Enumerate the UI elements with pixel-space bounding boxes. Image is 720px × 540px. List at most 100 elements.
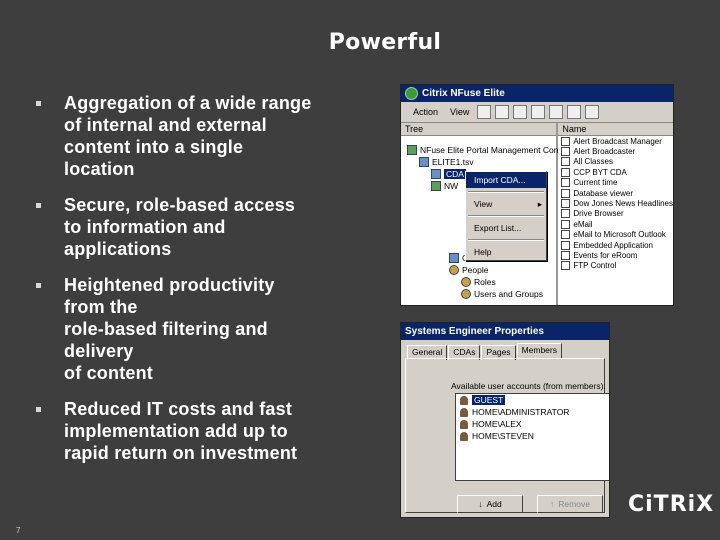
content-item-icon [561, 209, 571, 219]
content-item-icon [561, 219, 571, 229]
bullet-item: Reduced IT costs and fast implementation… [30, 398, 360, 464]
list-item-label: Database viewer [573, 188, 633, 198]
folder-icon [431, 169, 441, 179]
app-icon [405, 87, 418, 100]
users-icon [461, 289, 471, 299]
bullet-item: Aggregation of a wide range of internal … [30, 92, 360, 180]
roles-icon [461, 277, 471, 287]
list-item-label: FTP Control [573, 261, 617, 271]
help-icon[interactable] [585, 105, 600, 119]
list-item-label: Dow Jones News Headlines [573, 199, 673, 209]
bullet-marker-icon [36, 407, 41, 412]
content-item-icon [561, 136, 571, 146]
context-menu: Import CDA... View ▸ Export List... Help [465, 171, 547, 261]
account-item[interactable]: HOME\ADMINISTRATOR [456, 406, 609, 418]
list-item-label: CCP BYT CDA [573, 167, 627, 177]
content-item-icon [561, 261, 571, 271]
server-icon [419, 157, 429, 167]
up-folder-icon[interactable] [513, 105, 528, 119]
tree-node-people[interactable]: People [449, 265, 488, 275]
list-item-label: Current time [573, 178, 618, 188]
remove-button[interactable]: ↑ Remove [537, 495, 603, 513]
page-number: 7 [16, 526, 21, 535]
context-menu-export[interactable]: Export List... [466, 220, 546, 236]
bullet-item: Heightened productivity from the role-ba… [30, 274, 360, 384]
list-item-label: eMail [573, 219, 593, 229]
bullet-text: Aggregation of a wide range of internal … [64, 93, 312, 179]
list-item-label: All Classes [573, 157, 613, 167]
context-menu-import[interactable]: Import CDA... [466, 172, 546, 188]
list-item[interactable]: All Classes [558, 157, 673, 167]
bullet-list: Aggregation of a wide range of internal … [30, 92, 360, 478]
refresh-icon[interactable] [549, 105, 564, 119]
menu-separator [468, 239, 544, 241]
list-item-label: eMail to Microsoft Outlook [573, 230, 666, 240]
context-menu-help[interactable]: Help [466, 244, 546, 260]
folder-icon [431, 181, 441, 191]
user-icon [460, 395, 468, 405]
list-item[interactable]: eMail [558, 219, 673, 229]
context-menu-view[interactable]: View ▸ [466, 196, 546, 212]
accounts-list[interactable]: GUEST HOME\ADMINISTRATOR HOME\ALEX HOME\… [455, 393, 609, 481]
content-item-icon [561, 199, 571, 209]
properties-screenshot: Systems Engineer Properties General CDAs… [400, 322, 610, 518]
bullet-marker-icon [36, 101, 41, 106]
export-icon[interactable] [567, 105, 582, 119]
folder-icon [449, 253, 459, 263]
list-item-label: Embedded Application [573, 240, 654, 250]
list-item[interactable]: Drive Browser [558, 209, 673, 219]
bullet-item: Secure, role-based access to information… [30, 194, 360, 260]
content-item-icon [561, 188, 571, 198]
bullet-text: Secure, role-based access to information… [64, 195, 296, 259]
tree-node-users-groups[interactable]: Users and Groups [461, 289, 543, 299]
add-button[interactable]: ↓ Add [457, 495, 523, 513]
content-item-icon [561, 157, 571, 167]
list-item[interactable]: FTP Control [558, 261, 673, 271]
properties-icon[interactable] [531, 105, 546, 119]
list-item[interactable]: Current time [558, 178, 673, 188]
list-item[interactable]: Alert Broadcast Manager [558, 136, 673, 146]
people-icon [449, 265, 459, 275]
remove-arrow-icon: ↑ [550, 499, 555, 509]
action-menu[interactable]: Action [409, 106, 442, 118]
list-pane: Name Alert Broadcast Manager Alert Broadc… [558, 123, 673, 305]
list-item[interactable]: Embedded Application [558, 240, 673, 250]
account-item[interactable]: GUEST [456, 394, 609, 406]
tree-node-elite[interactable]: ELITE1.tsv [419, 157, 474, 167]
content-item-icon [561, 178, 571, 188]
console-title: Citrix NFuse Elite [422, 88, 505, 99]
list-item[interactable]: Dow Jones News Headlines [558, 198, 673, 209]
list-item[interactable]: Database viewer [558, 188, 673, 198]
tree-node-roles[interactable]: Roles [461, 277, 496, 287]
list-items: Alert Broadcast Manager Alert Broadcaster… [558, 136, 673, 271]
content-item-icon [561, 230, 571, 240]
view-menu[interactable]: View [446, 106, 473, 118]
list-item-label: Alert Broadcast Manager [573, 136, 662, 146]
content-item-icon [561, 147, 571, 157]
slide-title: Powerful [328, 30, 442, 55]
tree-node-nw[interactable]: NW [431, 181, 458, 191]
account-item[interactable]: HOME\ALEX [456, 418, 609, 430]
bullet-text: Reduced IT costs and fast implementation… [64, 399, 298, 463]
back-icon[interactable] [477, 105, 492, 119]
forward-icon[interactable] [495, 105, 510, 119]
console-screenshot: Citrix NFuse Elite Action View Tree NFus… [400, 84, 674, 306]
add-arrow-icon: ↓ [478, 499, 483, 509]
list-item[interactable]: CCP BYT CDA [558, 167, 673, 177]
tree-root[interactable]: NFuse Elite Portal Management Console [407, 145, 574, 155]
menu-separator [468, 215, 544, 217]
list-header[interactable]: Name [558, 123, 673, 136]
tab-members[interactable]: Members [516, 343, 562, 358]
submenu-arrow-icon: ▸ [537, 199, 542, 209]
list-item[interactable]: Alert Broadcaster [558, 146, 673, 157]
list-item[interactable]: eMail to Microsoft Outlook [558, 230, 673, 240]
content-item-icon [561, 167, 571, 177]
available-accounts-label: Available user accounts (from members): [451, 381, 606, 391]
account-item[interactable]: HOME\STEVEN [456, 430, 609, 442]
user-icon [460, 407, 468, 417]
properties-titlebar: Systems Engineer Properties [401, 323, 609, 340]
list-item[interactable]: Events for eRoom [558, 250, 673, 260]
user-icon [460, 431, 468, 441]
tree-node-cda[interactable]: CDA [431, 169, 466, 179]
list-item-label: Drive Browser [573, 209, 624, 219]
